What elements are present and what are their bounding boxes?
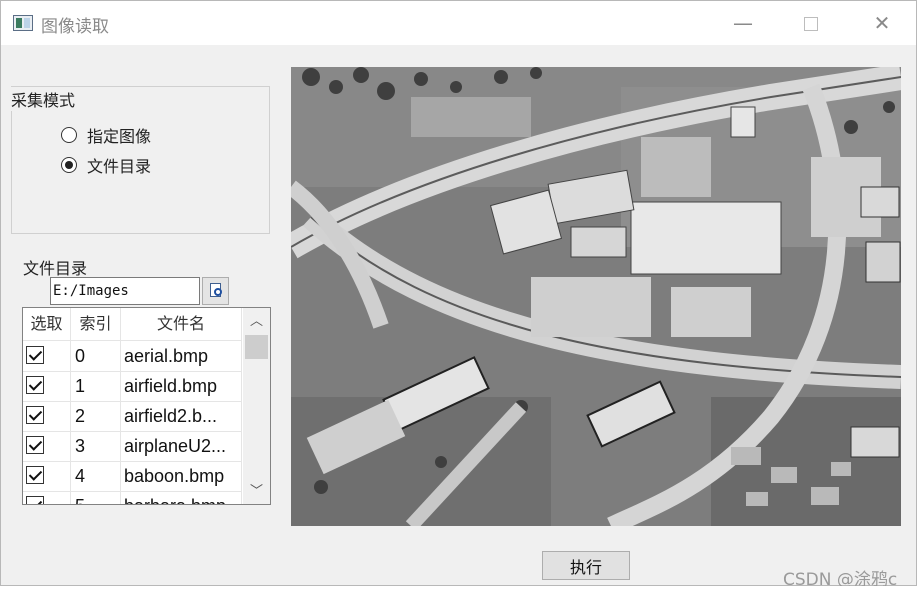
aerial-photo-image xyxy=(291,67,901,526)
table-row[interactable]: 3 airplaneU2... xyxy=(23,431,242,462)
index-cell: 0 xyxy=(71,341,121,371)
select-cell[interactable] xyxy=(23,431,71,461)
radio-circle-icon[interactable] xyxy=(61,127,77,143)
scroll-down-icon[interactable]: ﹀ xyxy=(243,480,270,504)
close-button[interactable]: ✕ xyxy=(862,9,902,37)
header-index[interactable]: 索引 xyxy=(71,308,121,340)
background-console-strip xyxy=(0,586,919,595)
table-row[interactable]: 4 baboon.bmp xyxy=(23,461,242,492)
index-cell: 1 xyxy=(71,371,121,401)
minimize-button[interactable]: — xyxy=(723,9,763,37)
radio-selected-icon[interactable] xyxy=(61,157,77,173)
checkbox-checked-icon[interactable] xyxy=(26,466,44,484)
file-table[interactable]: 选取 索引 文件名 0 aerial.bmp 1 airfield.bmp 2 … xyxy=(22,307,271,505)
window-title: 图像读取 xyxy=(41,17,109,37)
table-row[interactable]: 2 airfield2.b... xyxy=(23,401,242,432)
filename-cell: aerial.bmp xyxy=(121,341,242,371)
radio-label: 文件目录 xyxy=(87,157,152,176)
browse-button[interactable] xyxy=(202,277,229,305)
directory-path-input[interactable] xyxy=(50,277,200,305)
filename-cell: airfield.bmp xyxy=(121,371,242,401)
checkbox-checked-icon[interactable] xyxy=(26,496,44,504)
checkbox-checked-icon[interactable] xyxy=(26,346,44,364)
select-cell[interactable] xyxy=(23,371,71,401)
magnifier-icon xyxy=(214,288,222,296)
scroll-up-icon[interactable]: ︿ xyxy=(243,310,270,334)
filename-cell: airfield2.b... xyxy=(121,401,242,431)
filename-cell: baboon.bmp xyxy=(121,461,242,491)
title-bar: 图像读取 — ✕ xyxy=(1,1,916,45)
image-preview xyxy=(291,67,901,526)
table-row[interactable]: 0 aerial.bmp xyxy=(23,341,242,372)
radio-specified-image[interactable]: 指定图像 xyxy=(61,124,151,146)
index-cell: 3 xyxy=(71,431,121,461)
select-cell[interactable] xyxy=(23,341,71,371)
directory-label: 文件目录 xyxy=(23,259,88,278)
select-cell[interactable] xyxy=(23,491,71,504)
filename-cell: barbara.bmp xyxy=(121,491,242,504)
run-button[interactable]: 执行 xyxy=(542,551,630,580)
select-cell[interactable] xyxy=(23,401,71,431)
capture-mode-title: 采集模式 xyxy=(11,87,78,111)
table-row[interactable]: 5 barbara.bmp xyxy=(23,491,242,504)
radio-file-directory[interactable]: 文件目录 xyxy=(61,154,151,176)
checkbox-checked-icon[interactable] xyxy=(26,406,44,424)
index-cell: 2 xyxy=(71,401,121,431)
header-select[interactable]: 选取 xyxy=(23,308,71,340)
checkbox-checked-icon[interactable] xyxy=(26,436,44,454)
table-row[interactable]: 1 airfield.bmp xyxy=(23,371,242,402)
maximize-button[interactable] xyxy=(791,9,831,37)
main-window: 图像读取 — ✕ 采集模式 指定图像 文件目录 文件目录 选取 索引 文件名 0… xyxy=(0,0,917,586)
table-header: 选取 索引 文件名 xyxy=(23,308,242,341)
table-scrollbar[interactable]: ︿ ﹀ xyxy=(243,308,270,504)
maximize-icon xyxy=(804,17,818,31)
index-cell: 5 xyxy=(71,491,121,504)
index-cell: 4 xyxy=(71,461,121,491)
select-cell[interactable] xyxy=(23,461,71,491)
checkbox-checked-icon[interactable] xyxy=(26,376,44,394)
scroll-thumb[interactable] xyxy=(245,335,268,359)
header-filename[interactable]: 文件名 xyxy=(121,308,242,340)
filename-cell: airplaneU2... xyxy=(121,431,242,461)
radio-label: 指定图像 xyxy=(87,127,152,146)
app-icon xyxy=(13,15,33,31)
